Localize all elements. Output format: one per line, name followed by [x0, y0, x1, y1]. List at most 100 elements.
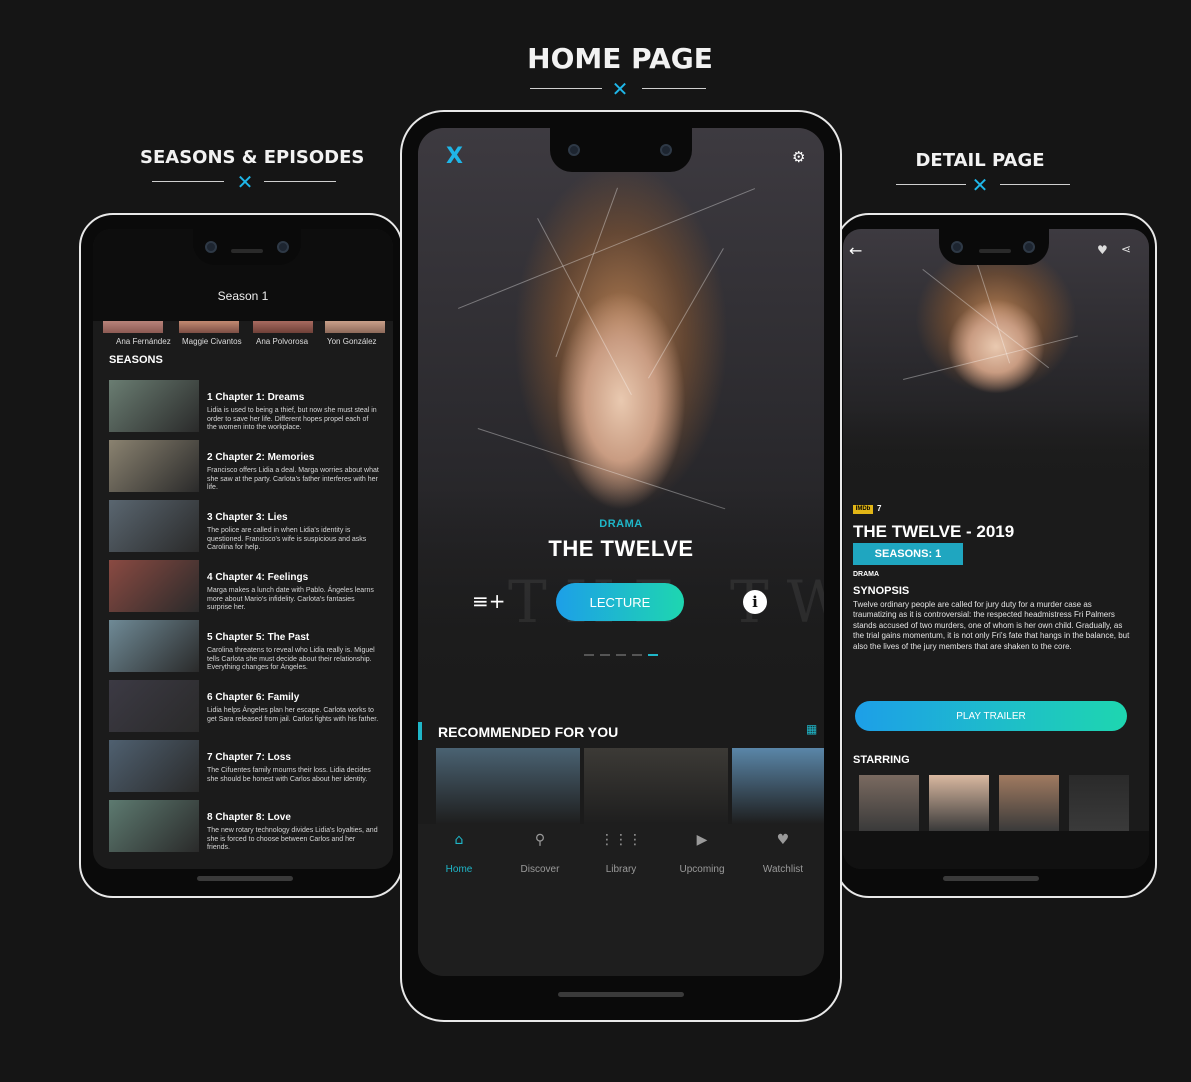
starring-heading: STARRING [853, 754, 910, 766]
episode-title: 8 Chapter 8: Love [207, 812, 291, 823]
show-title: THE TWELVE [548, 536, 694, 561]
info-icon[interactable]: i [743, 590, 767, 614]
home-indicator [558, 992, 684, 997]
play-trailer-button[interactable]: PLAY TRAILER [855, 701, 1127, 731]
section-accent-bar [418, 722, 422, 740]
episode-row[interactable]: 3 Chapter 3: Lies The police are called i… [109, 500, 379, 554]
episode-thumbnail[interactable] [109, 620, 199, 672]
episode-row[interactable]: 5 Chapter 5: The Past Carolina threatens … [109, 620, 379, 674]
home-page-title: HOME PAGE [527, 42, 713, 75]
nav-item-watchlist[interactable]: ♥ Watchlist [748, 832, 818, 875]
seasons-phone: Season 1 Ana Fernández Maggie Civantos A… [79, 213, 403, 898]
cast-photo [325, 321, 385, 333]
nav-item-upcoming[interactable]: ▶ Upcoming [667, 832, 737, 875]
app-logo[interactable]: X [446, 144, 463, 169]
recommended-tile[interactable] [584, 748, 728, 824]
episode-description: Marga makes a lunch date with Pablo. Áng… [207, 587, 374, 612]
play-screen-icon: ▶ [696, 832, 708, 848]
close-icon: ✕ [971, 173, 989, 197]
nav-label: Upcoming [679, 864, 725, 875]
back-arrow-icon[interactable]: ← [849, 241, 862, 260]
imdb-score: 7 [877, 504, 882, 513]
episode-thumbnail[interactable] [109, 500, 199, 552]
nav-label: Discover [520, 864, 560, 875]
episode-thumbnail[interactable] [109, 440, 199, 492]
cast-photo [179, 321, 239, 333]
cast-strip: Ana Fernández Maggie Civantos Ana Polvor… [93, 321, 393, 353]
cast-photo [103, 321, 163, 333]
episode-thumbnail[interactable] [109, 380, 199, 432]
imdb-badge: IMDb [853, 505, 873, 514]
gear-icon[interactable]: ⚙ [792, 148, 805, 166]
actor-photo[interactable] [929, 775, 989, 831]
episode-row[interactable]: 4 Chapter 4: Feelings Marga makes a lunch… [109, 560, 379, 614]
episode-title: 4 Chapter 4: Feelings [207, 572, 309, 583]
season-selector[interactable]: Season 1 [93, 289, 393, 303]
heart-icon[interactable]: ♥ [1097, 243, 1108, 257]
share-icon[interactable]: ⋖ [1121, 242, 1131, 256]
actor-photo[interactable] [999, 775, 1059, 831]
recommended-tile[interactable] [436, 748, 580, 824]
episode-row[interactable]: 6 Chapter 6: Family Lidia helps Ángeles p… [109, 680, 379, 734]
episode-title: 5 Chapter 5: The Past [207, 632, 310, 643]
heading-divider: ✕ [140, 170, 350, 194]
episode-thumbnail[interactable] [109, 680, 199, 732]
genre-label: DRAMA [853, 571, 880, 578]
episode-title: 6 Chapter 6: Family [207, 692, 300, 703]
nav-item-discover[interactable]: ⚲ Discover [505, 832, 575, 875]
episode-title: 7 Chapter 7: Loss [207, 752, 291, 763]
lecture-button[interactable]: LECTURE [556, 583, 684, 621]
seasons-screen: Season 1 Ana Fernández Maggie Civantos A… [93, 229, 393, 869]
detail-screen: ← ♥ ⋖ IMDb 7 THE TWELVE - 2019 SEASONS: … [843, 229, 1149, 869]
detail-phone: ← ♥ ⋖ IMDb 7 THE TWELVE - 2019 SEASONS: … [835, 213, 1157, 898]
recommended-tile[interactable] [732, 748, 824, 824]
seasons-badge[interactable]: SEASONS: 1 [853, 543, 963, 565]
cast-name: Maggie Civantos [182, 337, 242, 346]
episode-title: 2 Chapter 2: Memories [207, 452, 315, 463]
nav-item-library[interactable]: ⋮⋮⋮ Library [586, 832, 656, 875]
heart-icon: ♥ [776, 832, 790, 848]
home-indicator [197, 876, 293, 881]
genre-label: DRAMA [599, 518, 643, 530]
synopsis-heading: SYNOPSIS [853, 585, 910, 597]
episode-description: Carolina threatens to reveal who Lidia r… [207, 647, 375, 672]
nav-item-home[interactable]: ⌂ Home [424, 832, 494, 875]
phone-notch [939, 229, 1049, 265]
episode-row[interactable]: 2 Chapter 2: Memories Francisco offers Li… [109, 440, 379, 494]
grid-icon: ⋮⋮⋮ [600, 832, 642, 848]
nav-label: Library [605, 864, 637, 875]
heading-divider: ✕ [890, 173, 1070, 197]
cast-name: Yon González [327, 337, 377, 346]
episode-description: Francisco offers Lidia a deal. Marga wor… [207, 467, 379, 492]
actor-photo[interactable] [859, 775, 919, 831]
seasons-section-title: SEASONS [109, 354, 163, 366]
cast-photo [253, 321, 313, 333]
grid-icon[interactable]: ▦ [806, 722, 817, 736]
episode-row[interactable]: 8 Chapter 8: Love The new rotary technolo… [109, 800, 379, 854]
episode-thumbnail[interactable] [109, 560, 199, 612]
screen-footer [843, 831, 1149, 869]
cast-name: Ana Fernández [116, 337, 171, 346]
episode-thumbnail[interactable] [109, 800, 199, 852]
close-icon: ✕ [236, 170, 254, 194]
detail-page-heading: DETAIL PAGE ✕ [890, 150, 1070, 197]
episode-row[interactable]: 1 Chapter 1: Dreams Lidia is used to bein… [109, 380, 379, 434]
search-icon: ⚲ [534, 832, 546, 848]
episode-row[interactable]: 7 Chapter 7: Loss The Cifuentes family mo… [109, 740, 379, 794]
heading-divider: ✕ [520, 77, 720, 101]
cast-name: Ana Polvorosa [256, 337, 309, 346]
episode-description: Lidia helps Ángeles plan her escape. Car… [207, 707, 379, 723]
phone-notch [550, 128, 692, 172]
episode-title: 3 Chapter 3: Lies [207, 512, 288, 523]
phone-notch [193, 229, 301, 265]
home-icon: ⌂ [454, 832, 464, 848]
home-page-heading: HOME PAGE ✕ [520, 42, 720, 101]
show-title: THE TWELVE - 2019 [853, 522, 1015, 541]
episode-thumbnail[interactable] [109, 740, 199, 792]
close-icon: ✕ [611, 77, 629, 101]
nav-label: Home [445, 864, 473, 875]
add-to-list-icon[interactable]: ≡+ [472, 589, 506, 613]
actor-photo[interactable] [1069, 775, 1129, 831]
episode-description: Lidia is used to being a thief, but now … [207, 407, 377, 432]
home-phone: X ⚙ THE TWELVE DRAMA THE TWELVE ≡+ LECTU… [400, 110, 842, 1022]
